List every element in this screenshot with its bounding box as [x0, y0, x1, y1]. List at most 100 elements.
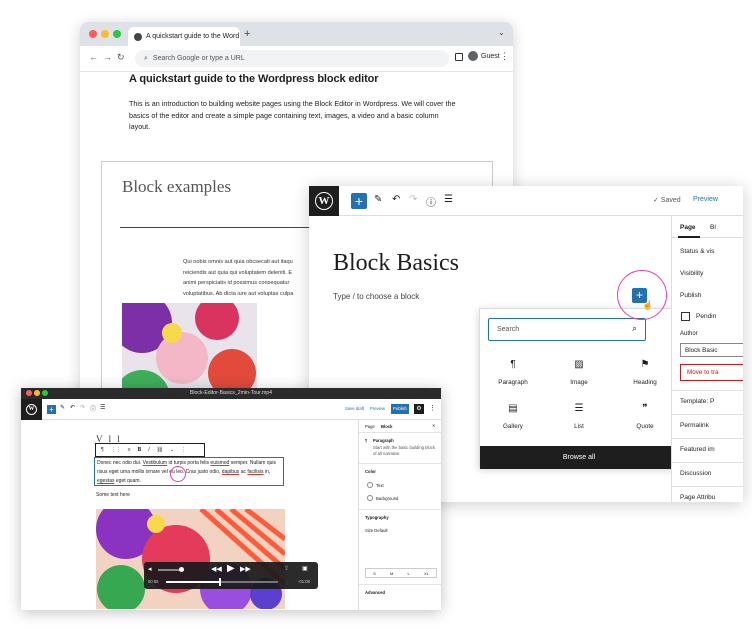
- new-tab-button[interactable]: +: [244, 28, 250, 40]
- paragraph-text: Donec nec odio dui.: [97, 460, 143, 466]
- forward-icon[interactable]: →: [103, 52, 112, 62]
- tab-page[interactable]: Page: [365, 424, 375, 429]
- redo-icon[interactable]: ↷: [80, 404, 85, 411]
- author-select[interactable]: Block Basic: [680, 343, 743, 357]
- permalink-panel[interactable]: Permalink: [680, 422, 709, 429]
- back-icon[interactable]: ←: [89, 52, 98, 62]
- details-info-icon[interactable]: ⓘ: [426, 194, 436, 209]
- block-placeholder[interactable]: Type / to choose a block: [333, 292, 419, 301]
- block-option-label: List: [574, 423, 584, 430]
- typography-panel[interactable]: Typography: [365, 515, 389, 520]
- rewind-icon[interactable]: ◀◀: [211, 565, 222, 573]
- status-visibility-panel[interactable]: Status & vis: [680, 248, 714, 255]
- more-menu-icon[interactable]: ⋮: [500, 51, 509, 62]
- video-title-bar: Block-Editor-Basics_2min-Tour.mp4: [21, 388, 441, 399]
- wordpress-logo-icon[interactable]: W: [309, 186, 339, 216]
- block-search-input[interactable]: Search ⌕: [488, 318, 646, 341]
- profile-button[interactable]: Guest: [468, 51, 500, 61]
- block-option-paragraph[interactable]: ¶ Paragraph: [480, 359, 546, 386]
- undo-icon[interactable]: ↶: [392, 194, 400, 205]
- minimize-window-dot[interactable]: [101, 30, 109, 38]
- fast-forward-icon[interactable]: ▶▶: [240, 565, 251, 573]
- some-text-paragraph[interactable]: Some text here: [96, 492, 130, 498]
- list-view-icon[interactable]: ☰: [444, 194, 453, 205]
- settings-gear-icon[interactable]: ⚙: [414, 404, 424, 414]
- more-menu-icon[interactable]: ⋮: [429, 404, 436, 412]
- editor-top-toolbar: W + ✎ ↶ ↷ ⓘ ☰ ✓ Saved Preview: [309, 186, 743, 216]
- page-intro: This is an introduction to building webs…: [129, 99, 456, 131]
- browser-tab[interactable]: A quickstart guide to the Word ✕: [128, 27, 240, 46]
- preview-button[interactable]: Preview: [693, 196, 718, 203]
- volume-icon[interactable]: ◂: [148, 565, 152, 573]
- author-label: Author: [680, 331, 698, 337]
- block-option-list[interactable]: ☰ List: [546, 403, 612, 430]
- preview-button[interactable]: Preview: [370, 406, 385, 411]
- paragraph-icon: ¶: [365, 438, 368, 443]
- advanced-panel[interactable]: Advanced: [365, 590, 385, 595]
- featured-image-panel[interactable]: Featured im: [680, 446, 715, 453]
- search-icon: ⌕: [631, 323, 637, 333]
- italic-icon[interactable]: I: [148, 447, 149, 453]
- template-panel[interactable]: Template: P: [680, 398, 714, 405]
- link-icon[interactable]: ⛓: [157, 447, 163, 453]
- share-icon[interactable]: ⇪: [284, 565, 289, 572]
- text-color-swatch[interactable]: [367, 482, 373, 488]
- quote-icon: ❞: [642, 403, 648, 414]
- block-inserter-toggle[interactable]: +: [47, 405, 56, 414]
- details-info-icon[interactable]: ⓘ: [90, 404, 96, 413]
- redo-icon[interactable]: ↷: [409, 194, 417, 205]
- pip-icon[interactable]: ▣: [302, 565, 308, 572]
- font-size-picker[interactable]: S M L XL: [365, 568, 437, 578]
- reload-icon[interactable]: ↻: [117, 52, 125, 63]
- color-panel[interactable]: Color: [365, 469, 376, 474]
- save-draft-button[interactable]: Save draft: [345, 406, 364, 411]
- block-option-image[interactable]: ▨ Image: [546, 359, 612, 386]
- seek-knob[interactable]: [218, 578, 221, 586]
- move-icon[interactable]: ⋮⋮: [111, 447, 121, 453]
- side-panel-icon[interactable]: [455, 53, 463, 61]
- wordpress-logo-icon[interactable]: W: [21, 399, 42, 420]
- address-bar[interactable]: ⌕ Search Google or type a URL: [135, 50, 449, 67]
- paragraph-block[interactable]: Donec nec odio dui. Vestibulum id turpis…: [94, 457, 284, 486]
- paragraph-icon[interactable]: ¶: [101, 447, 104, 453]
- background-color-swatch[interactable]: [367, 495, 373, 501]
- list-view-icon[interactable]: ☰: [100, 404, 105, 411]
- size-option[interactable]: L: [408, 571, 410, 576]
- block-option-quote[interactable]: ❞ Quote: [612, 403, 678, 430]
- align-icon[interactable]: ≡: [128, 447, 131, 453]
- tab-block[interactable]: Bl: [710, 224, 716, 231]
- pending-review-checkbox[interactable]: [681, 312, 690, 321]
- close-icon[interactable]: ✕: [432, 423, 436, 428]
- click-highlight-ring: [617, 270, 667, 320]
- options-icon[interactable]: ⋮: [181, 447, 186, 453]
- page-attributes-panel[interactable]: Page Attribu: [680, 494, 715, 501]
- post-title[interactable]: Block Basics: [333, 250, 459, 277]
- size-option[interactable]: XL: [424, 571, 429, 576]
- discussion-panel[interactable]: Discussion: [680, 470, 711, 477]
- maximize-window-dot[interactable]: [113, 30, 121, 38]
- move-to-trash-button[interactable]: Move to tra: [680, 364, 743, 381]
- browse-all-button[interactable]: Browse all: [480, 446, 678, 469]
- tools-pencil-icon[interactable]: ✎: [60, 404, 65, 411]
- tab-search-chevron-icon[interactable]: ⌄: [498, 28, 505, 37]
- spellcheck-word: Vestibulum: [142, 460, 168, 466]
- publish-button[interactable]: Publish: [391, 404, 409, 414]
- block-option-label: Quote: [636, 423, 654, 430]
- font-size-label: Size Default: [365, 528, 388, 533]
- size-option[interactable]: M: [390, 571, 393, 576]
- tools-pencil-icon[interactable]: ✎: [374, 194, 382, 205]
- undo-icon[interactable]: ↶: [70, 404, 75, 411]
- block-option-heading[interactable]: ⚑ Heading: [612, 359, 678, 386]
- size-option[interactable]: S: [373, 571, 376, 576]
- bold-icon[interactable]: B: [138, 447, 142, 453]
- tab-page[interactable]: Page: [680, 224, 696, 231]
- volume-knob[interactable]: [179, 567, 185, 572]
- block-option-gallery[interactable]: ▤ Gallery: [480, 403, 546, 430]
- tab-block[interactable]: Block: [381, 424, 392, 429]
- chevron-down-icon[interactable]: ⌄: [170, 447, 174, 453]
- close-window-dot[interactable]: [89, 30, 97, 38]
- background-color-label: Background: [376, 496, 399, 501]
- block-inserter-toggle[interactable]: +: [351, 193, 367, 209]
- hand-cursor-icon: ☝: [642, 300, 654, 310]
- play-icon[interactable]: ▶: [227, 563, 235, 574]
